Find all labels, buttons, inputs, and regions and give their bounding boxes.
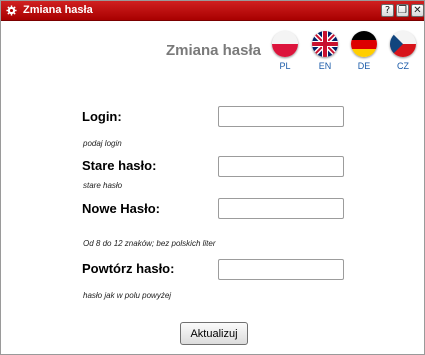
help-button[interactable]: ?: [381, 4, 394, 17]
close-button[interactable]: ✕: [411, 4, 424, 17]
language-option-cz[interactable]: CZ: [389, 31, 417, 76]
language-option-en[interactable]: EN: [311, 31, 339, 76]
login-hint: podaj login: [83, 139, 122, 148]
old-password-label: Stare hasło:: [82, 158, 157, 173]
old-password-field[interactable]: [218, 156, 344, 177]
window-titlebar[interactable]: Zmiana hasła ? ❐ ✕: [1, 1, 424, 21]
language-code: PL: [279, 61, 291, 71]
language-option-de[interactable]: DE: [350, 31, 378, 76]
page-title: Zmiana hasła: [165, 42, 261, 59]
uk-flag-icon: [312, 31, 338, 57]
gear-icon: [6, 5, 17, 16]
czech-flag-icon: [390, 31, 416, 57]
language-code: DE: [357, 61, 371, 71]
repeat-password-label: Powtórz hasło:: [82, 261, 175, 276]
change-password-window: Zmiana hasła ? ❐ ✕ Zmiana hasła PL EN DE…: [0, 0, 425, 355]
repeat-password-hint: hasło jak w polu powyżej: [83, 291, 172, 300]
new-password-label: Nowe Hasło:: [82, 201, 161, 216]
restore-button[interactable]: ❐: [396, 4, 409, 17]
language-option-pl[interactable]: PL: [271, 31, 299, 76]
language-code: CZ: [397, 61, 409, 71]
login-field[interactable]: [218, 106, 344, 127]
new-password-field[interactable]: [218, 198, 344, 219]
repeat-password-field[interactable]: [218, 259, 344, 280]
new-password-hint: Od 8 do 12 znaków; bez polskich liter: [83, 239, 216, 248]
old-password-hint: stare hasło: [83, 181, 123, 190]
poland-flag-icon: [272, 31, 298, 57]
germany-flag-icon: [351, 31, 377, 57]
window-title: Zmiana hasła: [23, 4, 93, 16]
update-button[interactable]: Aktualizuj: [180, 322, 248, 345]
language-code: EN: [318, 61, 332, 71]
login-label: Login:: [82, 109, 122, 124]
